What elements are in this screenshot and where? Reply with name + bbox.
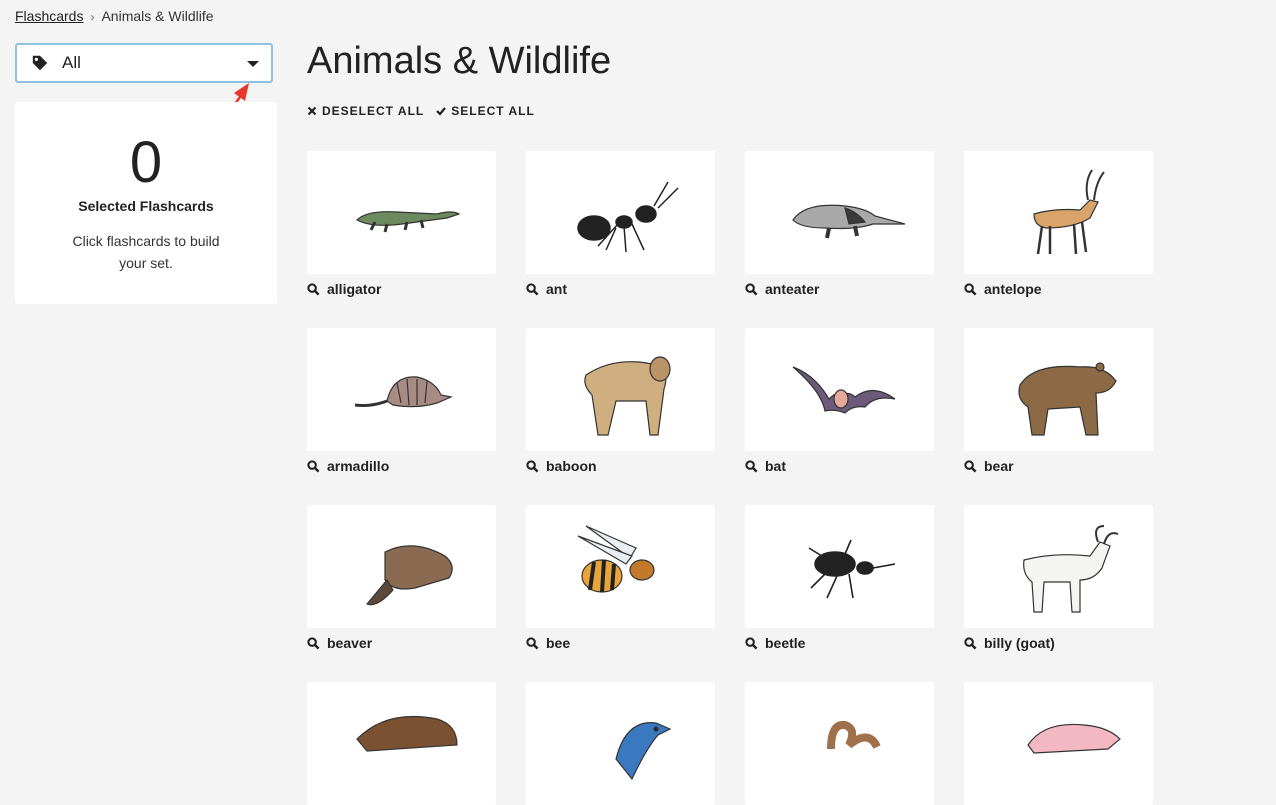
flashcard-armadillo[interactable]: armadillo [307,328,496,474]
chevron-down-icon [247,61,259,67]
flashcard-billy-goat[interactable]: billy (goat) [964,505,1153,651]
flashcard-boar[interactable] [964,682,1153,805]
breadcrumb-flashcards-link[interactable]: Flashcards [15,8,83,24]
search-icon [745,459,758,472]
selected-title: Selected Flashcards [78,198,214,214]
flashcard-label: ant [546,281,567,297]
search-icon [745,636,758,649]
search-icon [526,282,539,295]
check-icon [436,107,447,116]
select-all-label: SELECT ALL [451,104,535,118]
flashcard-label: bat [765,458,786,474]
breadcrumb: Flashcards › Animals & Wildlife [15,8,214,24]
flashcard-label: antelope [984,281,1042,297]
search-icon [307,282,320,295]
flashcard-label: billy (goat) [984,635,1055,651]
search-icon [526,459,539,472]
flashcard-bee[interactable]: bee [526,505,715,651]
search-icon [964,459,977,472]
bison-image [307,682,496,805]
flashcard-ant[interactable]: ant [526,151,715,297]
flashcard-bear[interactable]: bear [964,328,1153,474]
flashcard-alligator[interactable]: alligator [307,151,496,297]
flashcard-label: beetle [765,635,806,651]
search-icon [745,282,758,295]
close-icon [307,106,317,116]
select-all-button[interactable]: SELECT ALL [436,104,535,118]
alligator-image [307,151,496,274]
bear-image [964,328,1153,451]
snake-image [745,682,934,805]
flashcard-bison[interactable] [307,682,496,805]
tag-icon [32,55,48,71]
category-filter-dropdown[interactable]: All [15,43,273,83]
billy-goat-image [964,505,1153,628]
category-filter-label: All [62,53,81,72]
selected-count: 0 [129,130,163,195]
beaver-image [307,505,496,628]
antelope-image [964,151,1153,274]
flashcard-antelope[interactable]: antelope [964,151,1153,297]
flashcard-beetle[interactable]: beetle [745,505,934,651]
breadcrumb-current: Animals & Wildlife [101,8,214,24]
flashcard-snake[interactable] [745,682,934,805]
bat-image [745,328,934,451]
blue-jay-image [526,682,715,805]
search-icon [526,636,539,649]
flashcard-anteater[interactable]: anteater [745,151,934,297]
flashcard-label: beaver [327,635,373,651]
baboon-image [526,328,715,451]
selected-flashcards-panel: 0 Selected Flashcards Click flashcards t… [15,102,277,304]
boar-image [964,682,1153,805]
flashcard-blue-jay[interactable] [526,682,715,805]
anteater-image [745,151,934,274]
flashcard-label: armadillo [327,458,390,474]
flashcard-label: bear [984,458,1014,474]
flashcard-label: baboon [546,458,597,474]
flashcard-label: anteater [765,281,820,297]
search-icon [307,459,320,472]
breadcrumb-separator: › [90,10,95,24]
search-icon [964,282,977,295]
search-icon [964,636,977,649]
armadillo-image [307,328,496,451]
selection-actions: DESELECT ALL SELECT ALL [307,104,535,118]
search-icon [307,636,320,649]
flashcard-label: bee [546,635,571,651]
ant-image [526,151,715,274]
selected-hint: Click flashcards to build your set. [72,233,220,271]
flashcard-baboon[interactable]: baboon [526,328,715,474]
deselect-all-button[interactable]: DESELECT ALL [307,104,424,118]
flashcard-bat[interactable]: bat [745,328,934,474]
page-title: Animals & Wildlife [307,40,612,82]
beetle-image [745,505,934,628]
bee-image [526,505,715,628]
flashcard-label: alligator [327,281,382,297]
flashcard-beaver[interactable]: beaver [307,505,496,651]
deselect-all-label: DESELECT ALL [322,104,425,118]
